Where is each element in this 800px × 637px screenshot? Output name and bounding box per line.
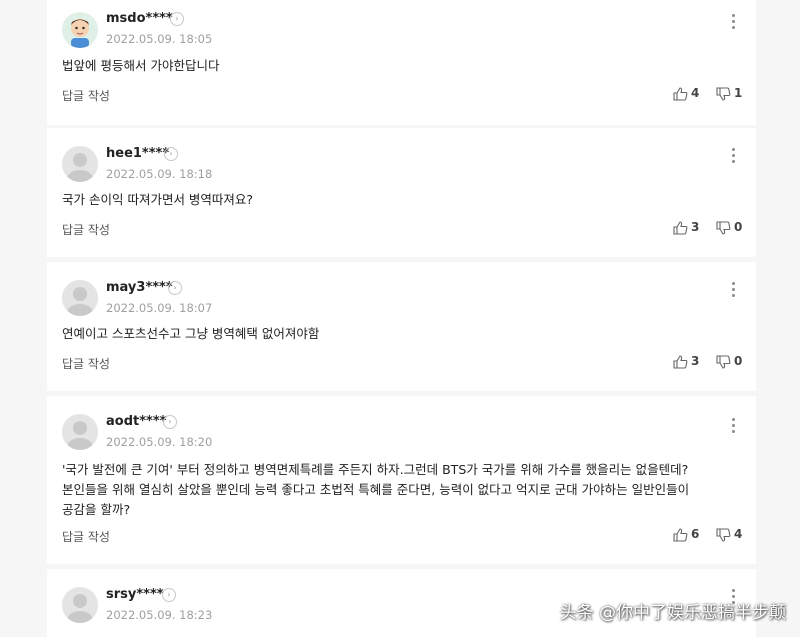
comment-date: 2022.05.09. 18:18 (106, 167, 213, 181)
username[interactable]: msdo**** (106, 11, 173, 26)
reply-button[interactable]: 답글 작성 (62, 87, 110, 104)
comment-date: 2022.05.09. 18:23 (106, 608, 213, 622)
comment-text: 국가 손이익 따져가면서 병역따져요? (62, 192, 254, 207)
like-count: 3 (691, 220, 700, 234)
comment-card: aodt**** › 2022.05.09. 18:20 '국가 발전에 큰 기… (47, 396, 756, 564)
like-button[interactable]: 3 (673, 354, 699, 369)
dislike-count: 4 (734, 527, 743, 541)
dislike-count: 0 (734, 354, 743, 368)
like-button[interactable]: 4 (673, 86, 699, 101)
dislike-button[interactable]: 0 (716, 354, 742, 369)
comment-date: 2022.05.09. 18:07 (106, 301, 213, 315)
comment-text: 법앞에 평등해서 가야한답니다 (62, 58, 220, 73)
chevron-right-icon[interactable]: › (168, 281, 182, 295)
like-count: 4 (691, 86, 700, 100)
thumbs-up-icon (673, 86, 688, 101)
chevron-right-icon[interactable]: › (163, 415, 177, 429)
comment-text: 연예이고 스포츠선수고 그냥 병역혜택 없어져야함 (62, 326, 320, 341)
dislike-button[interactable]: 0 (716, 220, 742, 235)
comment-date: 2022.05.09. 18:20 (106, 435, 213, 449)
thumbs-down-icon (716, 354, 731, 369)
reply-button[interactable]: 답글 작성 (62, 221, 110, 238)
avatar[interactable] (62, 146, 98, 182)
avatar[interactable] (62, 414, 98, 450)
comment-card: may3**** › 2022.05.09. 18:07 연예이고 스포츠선수고… (47, 262, 756, 391)
more-vertical-icon[interactable] (730, 282, 736, 300)
avatar[interactable] (62, 280, 98, 316)
dislike-count: 1 (734, 86, 743, 100)
chevron-right-icon[interactable]: › (164, 147, 178, 161)
thumbs-up-icon (673, 527, 688, 542)
chevron-right-icon[interactable]: › (162, 588, 176, 602)
thumbs-down-icon (716, 527, 731, 542)
comment-card: msdo**** › 2022.05.09. 18:05 법앞에 평등해서 가야… (47, 0, 756, 125)
thumbs-up-icon (673, 220, 688, 235)
dislike-count: 0 (734, 220, 743, 234)
watermark: 头条 @你中了娱乐恶搞半步颠 (559, 603, 786, 623)
username[interactable]: srsy**** (106, 587, 164, 602)
comment-date: 2022.05.09. 18:05 (106, 32, 213, 46)
dislike-button[interactable]: 4 (716, 527, 742, 542)
comment-card: hee1**** › 2022.05.09. 18:18 국가 손이익 따져가면… (47, 128, 756, 257)
more-vertical-icon[interactable] (730, 418, 736, 436)
username[interactable]: aodt**** (106, 414, 166, 429)
reply-button[interactable]: 답글 작성 (62, 355, 110, 372)
username[interactable]: may3**** (106, 280, 173, 295)
username[interactable]: hee1**** (106, 146, 169, 161)
like-count: 3 (691, 354, 700, 368)
comment-text: '국가 발전에 큰 기여' 부터 정의하고 병역면제특례를 주든지 하자.그런데… (62, 462, 690, 517)
thumbs-down-icon (716, 86, 731, 101)
more-vertical-icon[interactable] (730, 148, 736, 166)
thumbs-down-icon (716, 220, 731, 235)
thumbs-up-icon (673, 354, 688, 369)
like-count: 6 (691, 527, 700, 541)
like-button[interactable]: 3 (673, 220, 699, 235)
reply-button[interactable]: 답글 작성 (62, 528, 110, 545)
chevron-right-icon[interactable]: › (170, 12, 184, 26)
like-button[interactable]: 6 (673, 527, 699, 542)
avatar[interactable] (62, 12, 98, 48)
more-vertical-icon[interactable] (730, 14, 736, 32)
avatar[interactable] (62, 587, 98, 623)
dislike-button[interactable]: 1 (716, 86, 742, 101)
